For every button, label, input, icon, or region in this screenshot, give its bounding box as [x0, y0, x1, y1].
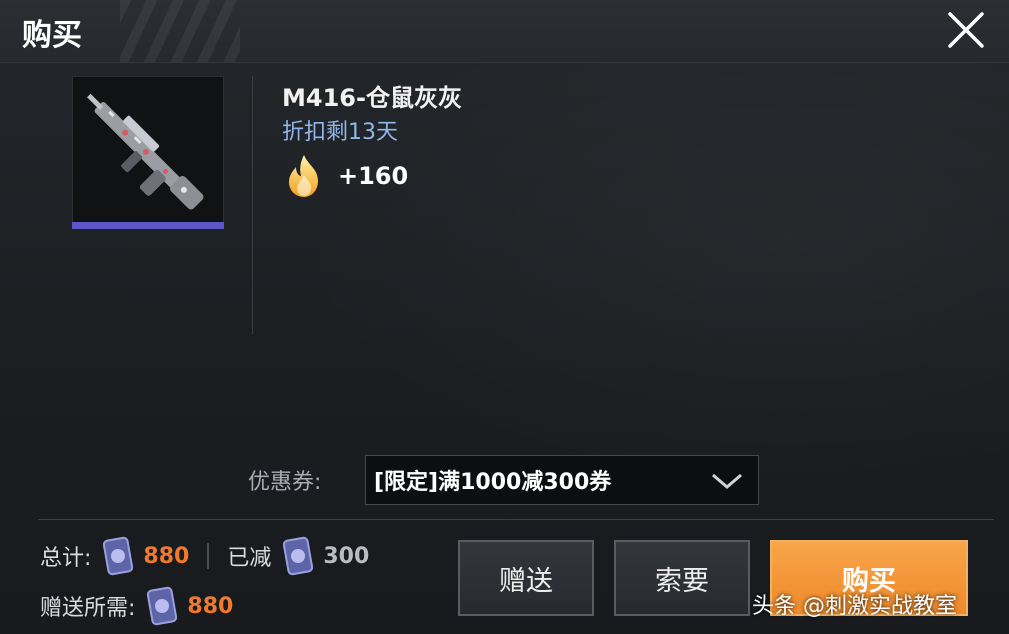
m416-rifle-image — [87, 93, 204, 210]
rarity-bar — [72, 222, 224, 229]
coupon-dropdown[interactable]: [限定]满1000减300券 — [365, 455, 759, 505]
coupon-selected-value: [限定]满1000减300券 — [374, 470, 612, 495]
currency-coin-icon — [283, 536, 314, 576]
dialog-title: 购买 — [22, 18, 82, 53]
horizontal-divider — [38, 519, 994, 520]
item-thumbnail[interactable] — [72, 76, 224, 228]
reduced-value: 300 — [323, 543, 370, 569]
header-stripes — [120, 0, 240, 62]
summary-separator — [207, 543, 210, 569]
currency-coin-icon — [147, 586, 178, 626]
gift-cost-label: 赠送所需: — [40, 596, 136, 621]
popularity-value: +160 — [338, 162, 409, 190]
close-button[interactable] — [944, 8, 988, 52]
item-name: M416-仓鼠灰灰 — [282, 84, 462, 112]
fire-icon — [289, 155, 318, 197]
vertical-divider — [252, 76, 253, 334]
currency-coin-icon — [103, 536, 134, 576]
request-button[interactable]: 索要 — [614, 540, 750, 616]
total-value: 880 — [143, 543, 190, 569]
total-row: 总计: 880 已减 300 — [40, 534, 369, 578]
watermark-text: 头条 @刺激实战教室 — [752, 594, 957, 619]
gift-cost-value: 880 — [187, 593, 234, 619]
chevron-down-icon — [712, 473, 742, 489]
discount-remaining: 折扣剩13天 — [282, 120, 398, 145]
gift-button[interactable]: 赠送 — [458, 540, 594, 616]
gift-cost-row: 赠送所需: 880 — [40, 584, 233, 628]
total-label: 总计: — [40, 546, 92, 571]
coupon-label: 优惠券: — [248, 470, 322, 495]
close-icon — [948, 12, 984, 48]
dialog-header: 购买 — [0, 0, 1009, 63]
reduced-label: 已减 — [227, 546, 272, 571]
popularity-row: +160 — [284, 152, 408, 200]
